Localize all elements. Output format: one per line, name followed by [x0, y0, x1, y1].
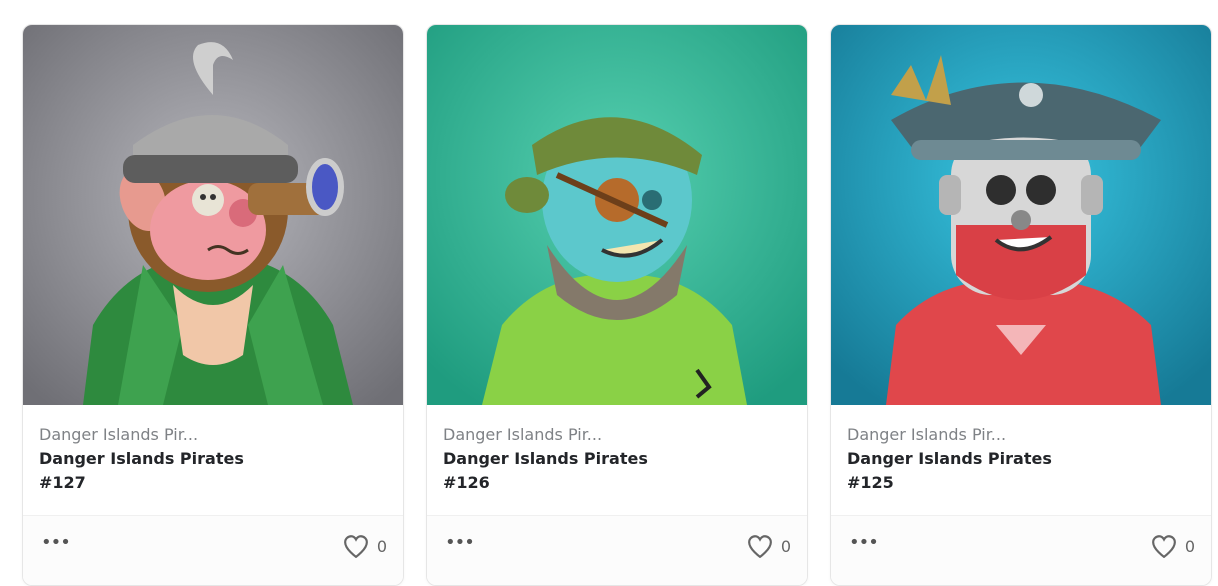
collection-name[interactable]: Danger Islands Pir...	[847, 423, 1007, 447]
card-footer: ••• 0	[427, 515, 807, 585]
robot-pirate-artwork	[831, 25, 1211, 405]
nft-image[interactable]	[831, 25, 1211, 405]
nft-grid: Danger Islands Pir... Danger Islands Pir…	[22, 24, 1212, 586]
nft-image[interactable]	[23, 25, 403, 405]
monkey-pirate-artwork	[23, 25, 403, 405]
nft-title: Danger Islands Pirates	[443, 449, 648, 468]
like-count: 0	[376, 536, 387, 556]
like-count: 0	[780, 536, 791, 556]
zombie-pirate-artwork	[427, 25, 807, 405]
heart-icon	[747, 535, 772, 558]
collection-name[interactable]: Danger Islands Pir...	[39, 423, 199, 447]
heart-icon	[1151, 535, 1176, 558]
more-horizontal-icon[interactable]: •••	[445, 534, 475, 552]
like-count: 0	[1184, 536, 1195, 556]
heart-icon	[343, 535, 368, 558]
nft-title: Danger Islands Pirates	[39, 449, 244, 468]
card-footer: ••• 0	[23, 515, 403, 585]
collection-name[interactable]: Danger Islands Pir...	[443, 423, 603, 447]
nft-title: Danger Islands Pirates	[847, 449, 1052, 468]
nft-card[interactable]: Danger Islands Pir... Danger Islands Pir…	[426, 24, 808, 586]
nft-card[interactable]: Danger Islands Pir... Danger Islands Pir…	[830, 24, 1212, 586]
like-button[interactable]: 0	[747, 534, 791, 558]
like-button[interactable]: 0	[343, 534, 387, 558]
more-horizontal-icon[interactable]: •••	[849, 534, 879, 552]
nft-image[interactable]	[427, 25, 807, 405]
nft-token-id: #127	[39, 473, 86, 492]
nft-token-id: #125	[847, 473, 894, 492]
card-footer: ••• 0	[831, 515, 1211, 585]
nft-card[interactable]: Danger Islands Pir... Danger Islands Pir…	[22, 24, 404, 586]
nft-token-id: #126	[443, 473, 490, 492]
like-button[interactable]: 0	[1151, 534, 1195, 558]
more-horizontal-icon[interactable]: •••	[41, 534, 71, 552]
